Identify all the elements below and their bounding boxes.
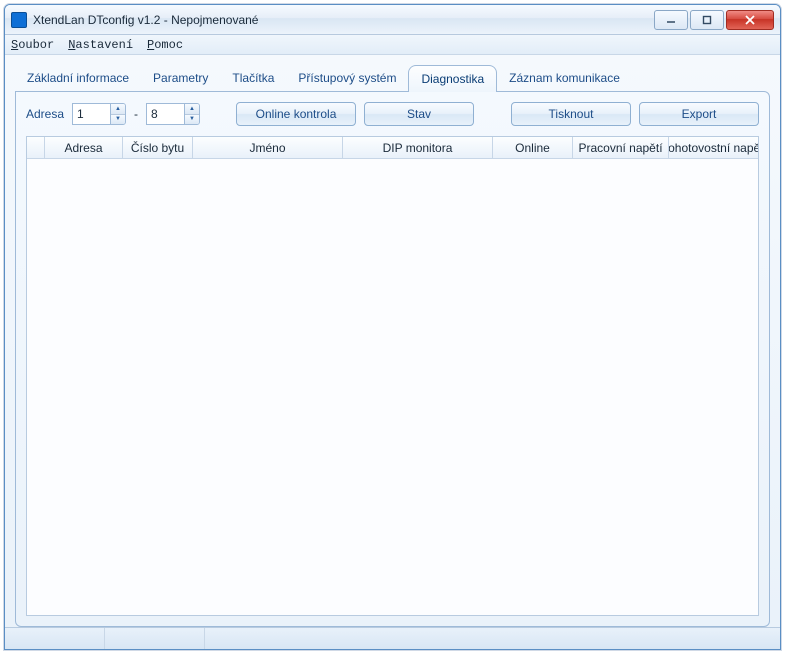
address-from-spin: ▲ ▼ <box>72 103 126 125</box>
print-button[interactable]: Tisknout <box>511 102 631 126</box>
grid-col-name[interactable]: Jméno <box>193 137 343 158</box>
state-button[interactable]: Stav <box>364 102 474 126</box>
diag-toolbar: Adresa ▲ ▼ - ▲ ▼ Onl <box>26 102 759 126</box>
grid-body[interactable] <box>27 159 758 615</box>
status-pane-3 <box>205 628 780 649</box>
tab-basic-info[interactable]: Základní informace <box>15 65 141 91</box>
tab-buttons[interactable]: Tlačítka <box>220 65 286 91</box>
menu-settings[interactable]: Nastavení <box>68 38 133 52</box>
address-label: Adresa <box>26 107 64 121</box>
spin-down-icon[interactable]: ▼ <box>185 115 199 125</box>
tabstrip: Základní informace Parametry Tlačítka Př… <box>15 65 770 91</box>
tab-commlog[interactable]: Záznam komunikace <box>497 65 632 91</box>
grid-header: Adresa Číslo bytu Jméno DIP monitora Onl… <box>27 137 758 159</box>
address-from-input[interactable] <box>72 103 110 125</box>
spin-up-icon[interactable]: ▲ <box>185 104 199 115</box>
app-icon <box>11 12 27 28</box>
grid-col-selector[interactable] <box>27 137 45 158</box>
diagnostics-grid: Adresa Číslo bytu Jméno DIP monitora Onl… <box>26 136 759 616</box>
spin-down-icon[interactable]: ▼ <box>111 115 125 125</box>
tab-diagnostics[interactable]: Diagnostika <box>408 65 497 92</box>
status-pane-1 <box>5 628 105 649</box>
tab-access[interactable]: Přístupový systém <box>286 65 408 91</box>
online-check-button[interactable]: Online kontrola <box>236 102 356 126</box>
spin-up-icon[interactable]: ▲ <box>111 104 125 115</box>
grid-col-address[interactable]: Adresa <box>45 137 123 158</box>
close-button[interactable] <box>726 10 774 30</box>
client-area: Základní informace Parametry Tlačítka Př… <box>5 55 780 627</box>
grid-col-online[interactable]: Online <box>493 137 573 158</box>
address-to-input[interactable] <box>146 103 184 125</box>
window-buttons <box>654 10 774 30</box>
titlebar: XtendLan DTconfig v1.2 - Nepojmenované <box>5 5 780 35</box>
address-from-spin-buttons: ▲ ▼ <box>110 103 126 125</box>
range-dash: - <box>134 107 138 121</box>
grid-col-idle-volt[interactable]: Pohotovostní napětí <box>669 137 758 158</box>
minimize-button[interactable] <box>654 10 688 30</box>
grid-col-flatnum[interactable]: Číslo bytu <box>123 137 193 158</box>
address-to-spin-buttons: ▲ ▼ <box>184 103 200 125</box>
menubar: Soubor Nastavení Pomoc <box>5 35 780 55</box>
grid-col-dip[interactable]: DIP monitora <box>343 137 493 158</box>
status-pane-2 <box>105 628 205 649</box>
maximize-button[interactable] <box>690 10 724 30</box>
grid-col-work-volt[interactable]: Pracovní napětí <box>573 137 669 158</box>
tab-panel-diagnostics: Adresa ▲ ▼ - ▲ ▼ Onl <box>15 91 770 627</box>
tab-parameters[interactable]: Parametry <box>141 65 220 91</box>
window-title: XtendLan DTconfig v1.2 - Nepojmenované <box>33 13 654 27</box>
app-window: XtendLan DTconfig v1.2 - Nepojmenované S… <box>4 4 781 650</box>
address-to-spin: ▲ ▼ <box>146 103 200 125</box>
menu-help[interactable]: Pomoc <box>147 38 183 52</box>
export-button[interactable]: Export <box>639 102 759 126</box>
statusbar <box>5 627 780 649</box>
menu-file[interactable]: Soubor <box>11 38 54 52</box>
